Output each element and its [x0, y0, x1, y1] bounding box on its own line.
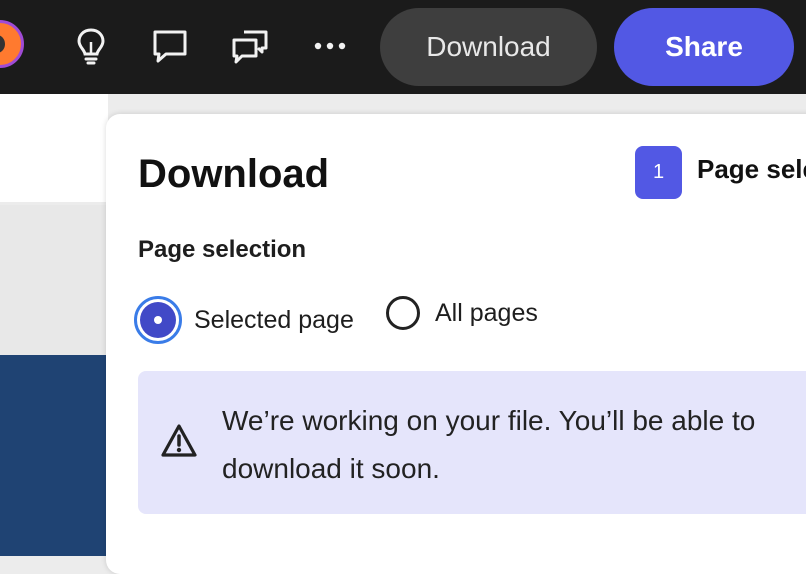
canvas-background [0, 205, 108, 355]
radio-unchecked-icon[interactable] [386, 296, 420, 330]
step-label: Page sele [697, 154, 806, 184]
radio-checked-icon[interactable] [134, 296, 182, 344]
notice-text: We’re working on your file. You’ll be ab… [222, 405, 756, 484]
lightbulb-icon[interactable] [71, 24, 111, 68]
warning-icon [160, 423, 198, 464]
comments-icon[interactable] [230, 24, 270, 68]
processing-notice: We’re working on your file. You’ll be ab… [138, 371, 806, 514]
more-icon[interactable] [310, 24, 350, 68]
download-panel: Download 1 Page sele Page selection Sele… [106, 114, 806, 574]
user-avatar-icon[interactable] [0, 20, 24, 68]
comment-icon[interactable] [150, 24, 190, 68]
canvas-background [0, 94, 108, 202]
panel-title: Download [138, 152, 330, 196]
radio-all-pages[interactable]: All pages [382, 296, 538, 330]
design-preview [0, 355, 108, 556]
page-selection-label: Page selection [138, 236, 307, 263]
radio-selected-page[interactable]: Selected page [134, 296, 354, 344]
radio-label: Selected page [194, 305, 354, 334]
share-button[interactable]: Share [614, 8, 794, 86]
download-button[interactable]: Download [380, 8, 597, 86]
step-number-badge: 1 [635, 146, 682, 199]
radio-label: All pages [435, 298, 538, 327]
top-toolbar: Download Share [0, 0, 806, 94]
